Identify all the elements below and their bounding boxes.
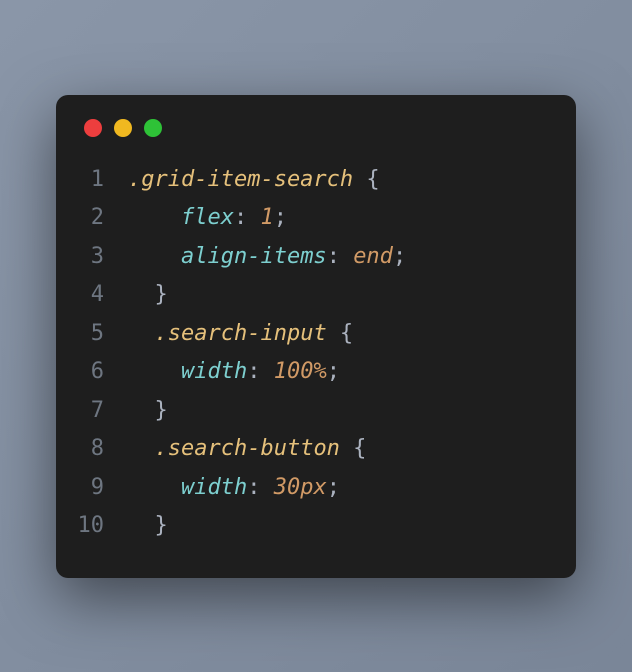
token-prop: width <box>181 359 247 384</box>
token-punct: : <box>327 244 354 269</box>
line-content: } <box>128 507 576 546</box>
token-num: 100 <box>274 359 314 384</box>
token-plain <box>128 475 181 500</box>
token-punct: : <box>247 359 274 384</box>
token-sel: .search-input <box>155 321 327 346</box>
line-number: 7 <box>56 392 128 431</box>
token-brace: { <box>340 436 367 461</box>
token-brace: } <box>155 513 168 538</box>
window-controls <box>56 119 576 161</box>
token-num: 1 <box>260 205 273 230</box>
token-plain <box>128 282 155 307</box>
line-content: .search-input { <box>128 315 576 354</box>
line-number: 2 <box>56 199 128 238</box>
line-content: } <box>128 276 576 315</box>
token-prop: width <box>181 475 247 500</box>
token-sel: .grid-item-search <box>128 167 353 192</box>
minimize-icon[interactable] <box>114 119 132 137</box>
token-plain <box>128 321 155 346</box>
line-number: 9 <box>56 469 128 508</box>
token-prop: flex <box>181 205 234 230</box>
code-line: 9 width: 30px; <box>56 469 576 508</box>
token-unit: % <box>313 359 326 384</box>
code-line: 4 } <box>56 276 576 315</box>
line-number: 3 <box>56 238 128 277</box>
code-line: 7 } <box>56 392 576 431</box>
code-line: 2 flex: 1; <box>56 199 576 238</box>
token-plain <box>128 244 181 269</box>
token-punct: ; <box>327 475 340 500</box>
token-punct: ; <box>393 244 406 269</box>
token-plain <box>128 436 155 461</box>
token-plain <box>128 205 181 230</box>
code-line: 6 width: 100%; <box>56 353 576 392</box>
code-window: 1.grid-item-search {2 flex: 1;3 align-it… <box>56 95 576 578</box>
token-punct: ; <box>327 359 340 384</box>
line-number: 1 <box>56 161 128 200</box>
code-line: 8 .search-button { <box>56 430 576 469</box>
code-line: 1.grid-item-search { <box>56 161 576 200</box>
token-plain <box>128 359 181 384</box>
code-editor: 1.grid-item-search {2 flex: 1;3 align-it… <box>56 161 576 546</box>
token-punct: ; <box>274 205 287 230</box>
token-val: end <box>353 244 393 269</box>
line-content: } <box>128 392 576 431</box>
line-number: 10 <box>56 507 128 546</box>
line-content: width: 100%; <box>128 353 576 392</box>
line-number: 4 <box>56 276 128 315</box>
token-sel: .search-button <box>155 436 340 461</box>
token-num: 30 <box>274 475 301 500</box>
line-content: .search-button { <box>128 430 576 469</box>
token-brace: } <box>155 398 168 423</box>
code-line: 3 align-items: end; <box>56 238 576 277</box>
line-content: flex: 1; <box>128 199 576 238</box>
token-prop: align-items <box>181 244 327 269</box>
line-content: align-items: end; <box>128 238 576 277</box>
close-icon[interactable] <box>84 119 102 137</box>
token-brace: { <box>327 321 354 346</box>
code-line: 10 } <box>56 507 576 546</box>
token-plain <box>128 398 155 423</box>
maximize-icon[interactable] <box>144 119 162 137</box>
token-punct: : <box>247 475 274 500</box>
line-content: .grid-item-search { <box>128 161 576 200</box>
line-number: 8 <box>56 430 128 469</box>
code-line: 5 .search-input { <box>56 315 576 354</box>
token-brace: } <box>155 282 168 307</box>
token-punct: : <box>234 205 261 230</box>
line-number: 6 <box>56 353 128 392</box>
token-unit: px <box>300 475 327 500</box>
line-content: width: 30px; <box>128 469 576 508</box>
line-number: 5 <box>56 315 128 354</box>
token-brace: { <box>353 167 380 192</box>
token-plain <box>128 513 155 538</box>
